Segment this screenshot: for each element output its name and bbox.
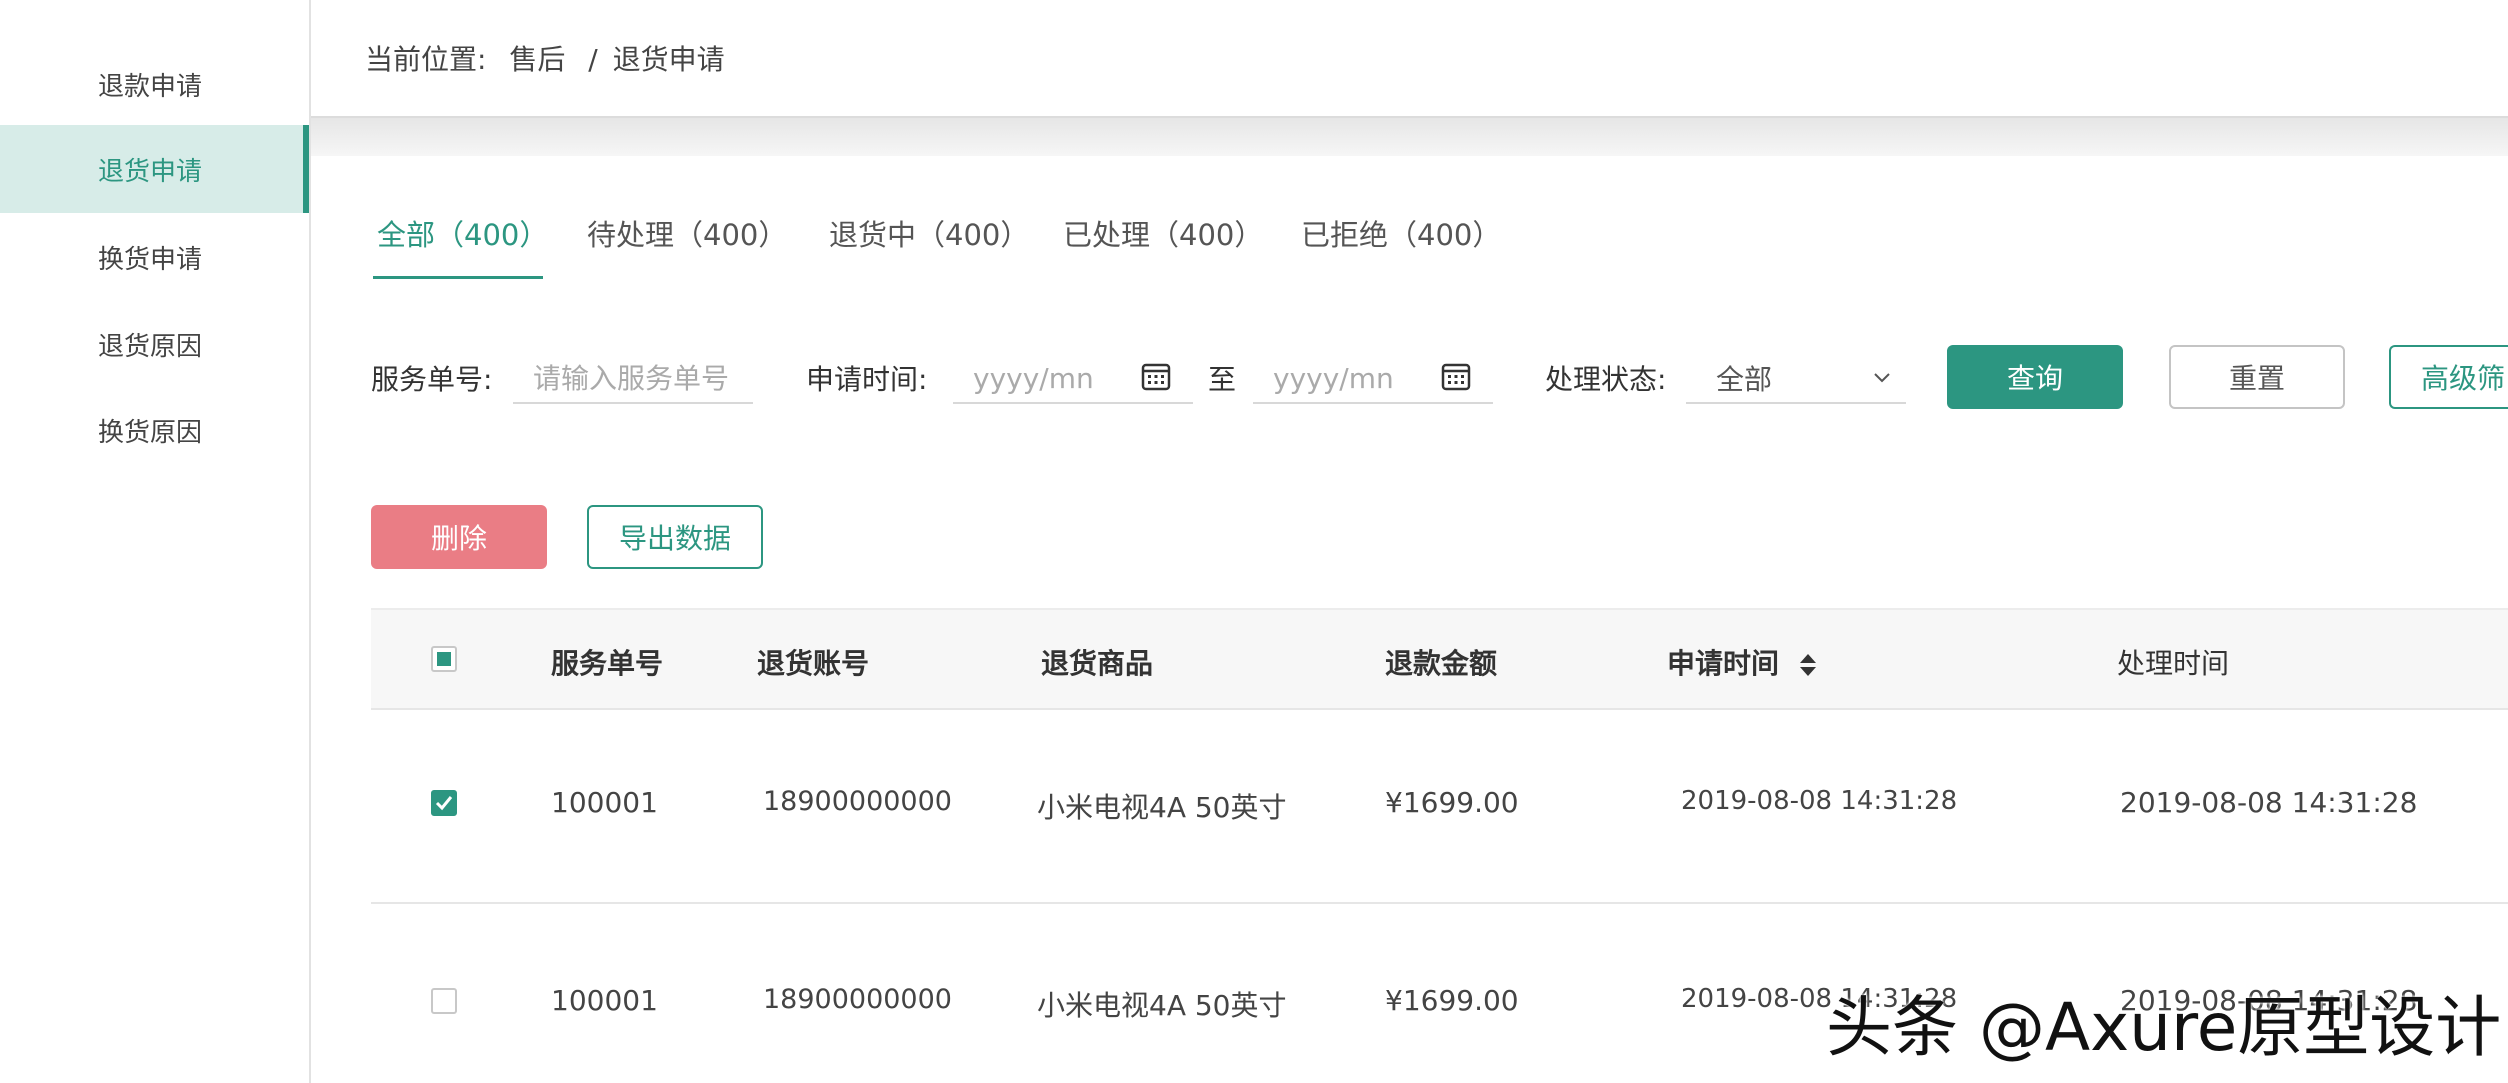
advanced-filter-button[interactable]: 高级筛 bbox=[2389, 345, 2508, 409]
cell-account: 18900000000 bbox=[763, 984, 952, 1015]
status-select-value: 全部 bbox=[1716, 363, 1773, 396]
calendar-icon[interactable] bbox=[1140, 360, 1172, 392]
query-button[interactable]: 查询 bbox=[1947, 345, 2123, 409]
check-icon bbox=[435, 796, 453, 811]
cell-product: 小米电视4A 50英寸 bbox=[1037, 989, 1287, 1022]
column-header-apply-time[interactable]: 申请时间 bbox=[1667, 642, 1817, 682]
chevron-down-icon bbox=[1874, 373, 1890, 383]
sidebar-item-label: 退款申请 bbox=[98, 71, 203, 102]
row-checkbox[interactable] bbox=[431, 988, 457, 1014]
sidebar-item-label: 换货申请 bbox=[98, 244, 203, 275]
row-checkbox[interactable] bbox=[431, 790, 457, 816]
tab-returning[interactable]: 退货中（400） bbox=[829, 212, 1029, 254]
status-select[interactable]: 全部 bbox=[1686, 354, 1906, 404]
column-header-amount: 退款金额 bbox=[1385, 647, 1498, 680]
column-header-service-no: 服务单号 bbox=[551, 647, 664, 680]
cell-service-no: 100001 bbox=[551, 984, 658, 1017]
tab-all[interactable]: 全部（400） bbox=[377, 212, 548, 254]
table-header: 服务单号 退货账号 退货商品 退款金额 申请时间 处理时间 bbox=[371, 608, 2508, 710]
column-header-product: 退货商品 bbox=[1041, 647, 1154, 680]
cell-service-no: 100001 bbox=[551, 786, 658, 819]
sidebar-item-return-request[interactable]: 退货申请 bbox=[0, 125, 309, 213]
column-header-account: 退货账号 bbox=[757, 647, 870, 680]
tab-rejected[interactable]: 已拒绝（400） bbox=[1301, 212, 1501, 254]
reset-button[interactable]: 重置 bbox=[2169, 345, 2345, 409]
sidebar-item-return-reason[interactable]: 退货原因 bbox=[0, 300, 309, 388]
row-divider bbox=[371, 902, 2508, 904]
sidebar-item-label: 换货原因 bbox=[98, 417, 203, 448]
cell-account: 18900000000 bbox=[763, 786, 952, 817]
sidebar-item-exchange-request[interactable]: 换货申请 bbox=[0, 213, 309, 301]
breadcrumb: 当前位置: 售后 / 退货申请 bbox=[365, 38, 731, 78]
apply-time-label: 申请时间: bbox=[806, 363, 928, 396]
sidebar-item-exchange-reason[interactable]: 换货原因 bbox=[0, 386, 309, 474]
cell-amount: ¥1699.00 bbox=[1385, 786, 1519, 819]
sidebar-item-label: 退货原因 bbox=[98, 331, 203, 362]
cell-process-time: 2019-08-08 14:31:28 bbox=[2120, 786, 2418, 819]
breadcrumb-separator: / bbox=[588, 43, 598, 76]
date-range-separator: 至 bbox=[1208, 363, 1237, 396]
service-no-label: 服务单号: bbox=[371, 363, 493, 396]
calendar-icon[interactable] bbox=[1440, 360, 1472, 392]
page-header: 当前位置: 售后 / 退货申请 bbox=[311, 0, 2508, 118]
header-divider-strip bbox=[311, 118, 2508, 156]
sidebar-item-label: 退货申请 bbox=[98, 156, 203, 187]
breadcrumb-level1[interactable]: 售后 bbox=[509, 43, 565, 76]
status-label: 处理状态: bbox=[1545, 363, 1667, 396]
sidebar-item-refund-request[interactable]: 退款申请 bbox=[0, 40, 309, 128]
breadcrumb-level2: 退货申请 bbox=[612, 43, 725, 76]
sort-icon[interactable] bbox=[1799, 653, 1817, 677]
cell-amount: ¥1699.00 bbox=[1385, 984, 1519, 1017]
breadcrumb-prefix: 当前位置: bbox=[365, 43, 487, 76]
watermark: 头条 @Axure原型设计 bbox=[1826, 989, 2502, 1066]
column-header-apply-time-label: 申请时间 bbox=[1667, 647, 1780, 680]
tab-pending[interactable]: 待处理（400） bbox=[587, 212, 787, 254]
cell-product: 小米电视4A 50英寸 bbox=[1037, 791, 1287, 824]
active-tab-indicator bbox=[373, 276, 543, 279]
cell-apply-time: 2019-08-08 14:31:28 bbox=[1681, 786, 1958, 816]
sidebar: 退款申请 退货申请 换货申请 退货原因 换货原因 bbox=[0, 0, 311, 1083]
export-data-button[interactable]: 导出数据 bbox=[587, 505, 763, 569]
column-header-process-time: 处理时间 bbox=[2117, 647, 2230, 680]
delete-button[interactable]: 删除 bbox=[371, 505, 547, 569]
service-no-input[interactable] bbox=[513, 354, 753, 404]
tab-processed[interactable]: 已处理（400） bbox=[1063, 212, 1263, 254]
select-all-checkbox[interactable] bbox=[431, 646, 457, 672]
